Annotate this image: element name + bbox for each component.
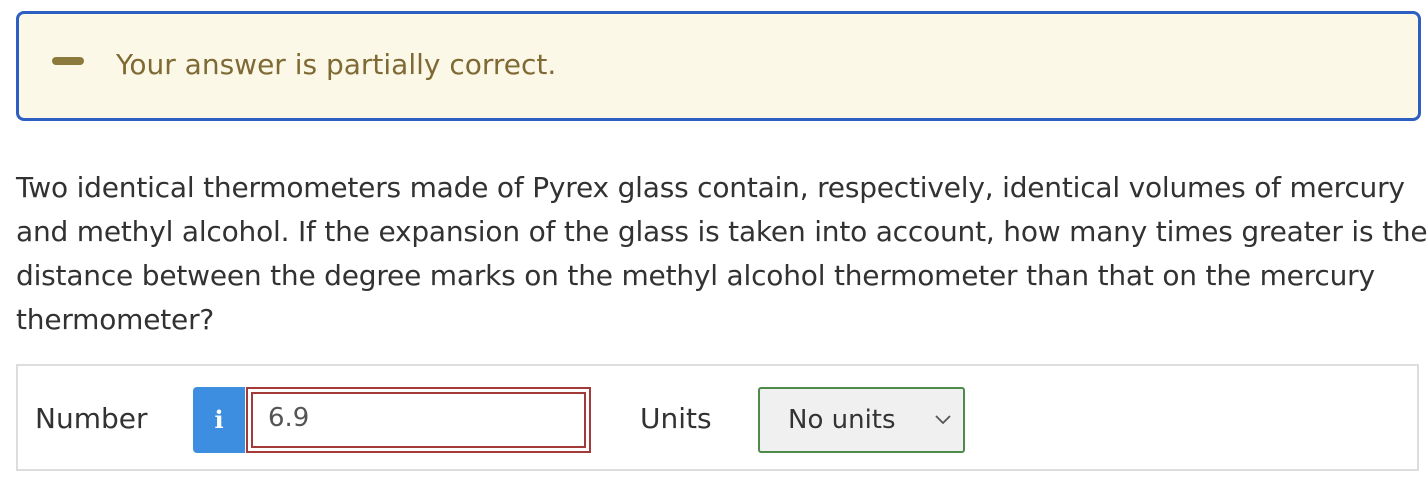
units-select[interactable]: No units	[758, 387, 965, 453]
info-button[interactable]: i	[193, 387, 245, 453]
answer-row: Number i 6.9 Units No units	[16, 364, 1419, 471]
chevron-down-icon	[935, 415, 951, 425]
number-label: Number	[35, 402, 148, 435]
question-line: thermometer?	[16, 303, 215, 336]
feedback-banner: Your answer is partially correct.	[16, 11, 1421, 121]
feedback-message: Your answer is partially correct.	[116, 48, 557, 81]
question-line: distance between the degree marks on the…	[16, 259, 1375, 292]
question-line: Two identical thermometers made of Pyrex…	[16, 171, 1405, 204]
question-text: Two identical thermometers made of Pyrex…	[16, 166, 1428, 342]
number-input[interactable]: 6.9	[246, 387, 591, 453]
minus-icon	[52, 57, 84, 65]
units-label: Units	[640, 402, 712, 435]
info-icon: i	[214, 405, 224, 434]
question-line: and methyl alcohol. If the expansion of …	[16, 215, 1428, 248]
units-selected-value: No units	[788, 405, 896, 435]
number-input-value: 6.9	[268, 403, 310, 433]
